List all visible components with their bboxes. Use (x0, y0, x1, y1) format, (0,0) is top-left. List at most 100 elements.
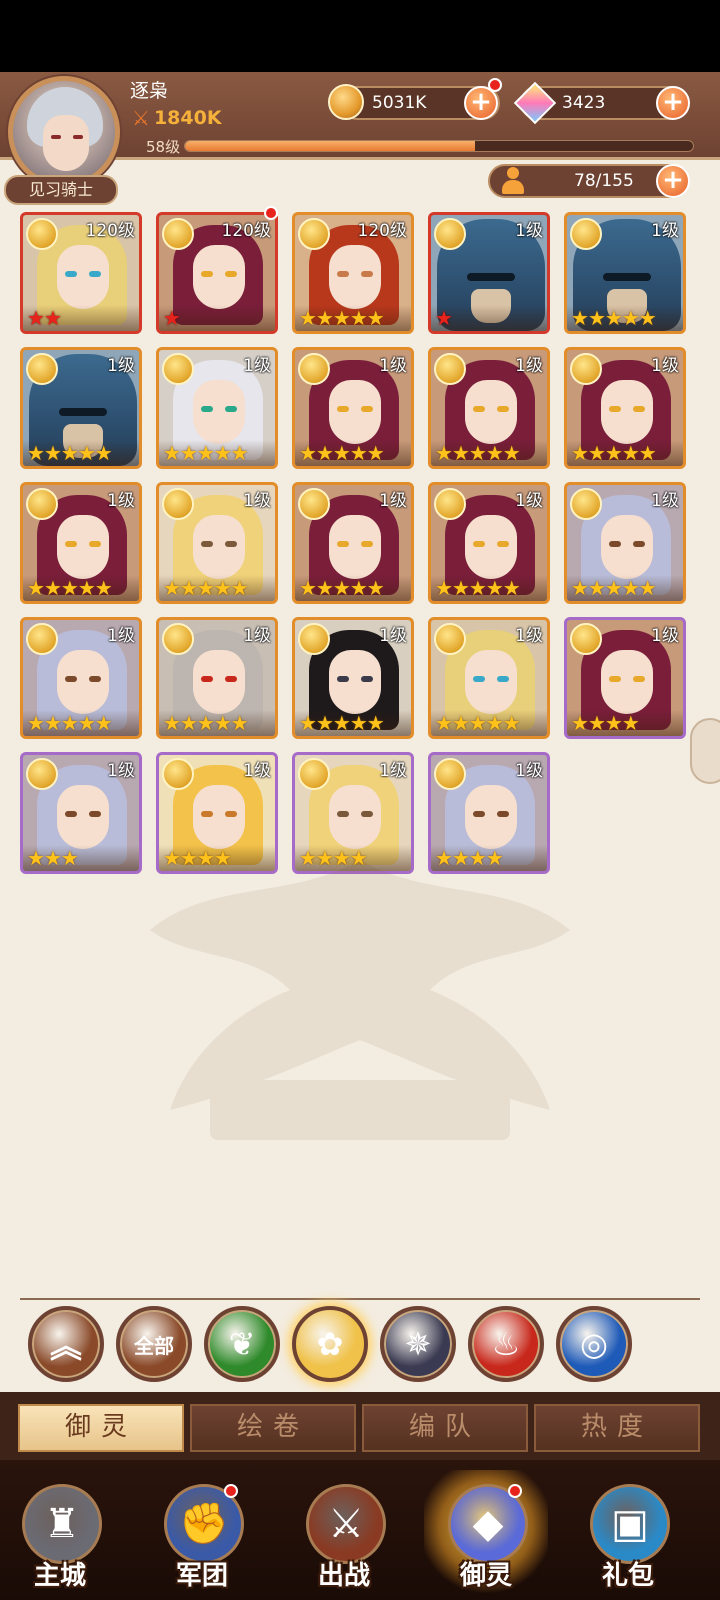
hero-card[interactable]: 1级 ★ ★ ★ ★ ★ (156, 617, 278, 739)
star-icon: ★ (366, 711, 385, 735)
subtab-2[interactable]: 编队 (362, 1404, 528, 1452)
star-icon: ★ (43, 576, 62, 600)
hero-stars: ★ ★ ★ ★ (163, 846, 232, 870)
star-icon: ★ (77, 441, 96, 465)
star-icon: ★ (230, 441, 249, 465)
hero-stars: ★ ★ ★ ★ ★ (435, 577, 521, 599)
star-icon: ★ (621, 576, 640, 600)
light-element-icon (434, 758, 466, 790)
star-icon: ★ (332, 711, 351, 735)
filter-light-button[interactable]: ✿ (292, 1306, 368, 1382)
light-element-icon (298, 218, 330, 250)
expand-roster-button[interactable]: + (656, 164, 690, 198)
hero-level: 1级 (379, 356, 407, 376)
nav-item-0[interactable]: ♜ 主城 (4, 1480, 116, 1596)
phoenix-icon: ♨ (491, 1325, 521, 1363)
star-icon: ★ (451, 711, 470, 735)
star-icon: ★ (485, 711, 504, 735)
nav-item-4[interactable]: ▣ 礼包 (572, 1480, 684, 1596)
nav-item-1[interactable]: ✊ 军团 (146, 1480, 258, 1596)
hero-card[interactable]: 1级 ★ ★ ★ ★ ★ (564, 347, 686, 469)
filter-all-button[interactable]: 全部 (116, 1306, 192, 1382)
hero-level: 1级 (107, 761, 135, 781)
hero-card[interactable]: 1级 ★ ★ ★ ★ (292, 752, 414, 874)
star-icon: ★ (196, 711, 215, 735)
hero-level: 1级 (651, 356, 679, 376)
star-icon: ★ (571, 576, 589, 600)
star-icon: ★ (213, 576, 232, 600)
hero-card[interactable]: 1级 ★ ★ ★ ★ ★ (564, 482, 686, 604)
light-element-icon (298, 353, 330, 385)
filter-water-button[interactable]: ◎ (556, 1306, 632, 1382)
star-icon: ★ (571, 306, 589, 330)
hero-card[interactable]: 1级 ★ ★ ★ ★ ★ (20, 617, 142, 739)
hero-card[interactable]: 1级 ★ ★ ★ ★ ★ (20, 482, 142, 604)
hero-card[interactable]: 1级 ★ ★ ★ ★ ★ (156, 347, 278, 469)
hero-card[interactable]: 1级 ★ ★ ★ ★ ★ (292, 347, 414, 469)
subtab-1[interactable]: 绘卷 (190, 1404, 356, 1452)
hero-stars: ★ ★ ★ (27, 847, 79, 869)
gem-value: 3423 (562, 93, 606, 113)
filter-dark-button[interactable]: ✵ (380, 1306, 456, 1382)
hero-level: 1级 (243, 761, 271, 781)
star-icon: ★ (299, 441, 317, 465)
subtab-3[interactable]: 热度 (534, 1404, 700, 1452)
hero-stars: ★ ★ ★ ★ ★ (435, 711, 521, 735)
star-icon: ★ (315, 441, 334, 465)
hero-stars: ★ ★ ★ ★ (571, 712, 640, 734)
star-icon: ★ (230, 711, 249, 735)
star-icon: ★ (468, 846, 487, 870)
hero-stars: ★ ★ ★ ★ (435, 846, 504, 870)
hero-card[interactable]: 1级 ★ ★ ★ ★ (564, 617, 686, 739)
hero-card[interactable]: 1级 ★ (428, 212, 550, 334)
nav-item-3[interactable]: ◆ 御灵 (424, 1470, 548, 1596)
light-element-icon (298, 488, 330, 520)
star-icon: ★ (196, 441, 215, 465)
crossed-swords-icon: ⚔ (132, 106, 150, 130)
hero-stars: ★ ★ ★ ★ ★ (299, 307, 385, 329)
player-title-badge: 见习骑士 (4, 175, 118, 205)
star-icon: ★ (27, 711, 45, 735)
player-level: 58级 (146, 138, 181, 156)
filter-nature-button[interactable]: ❦ (204, 1306, 280, 1382)
star-icon: ★ (43, 711, 62, 735)
nav-item-2[interactable]: ⚔ 出战 (288, 1480, 400, 1596)
hero-stars: ★ ★ ★ ★ ★ (163, 576, 249, 600)
hero-card[interactable]: 1级 ★ ★ ★ ★ (156, 752, 278, 874)
side-drawer-handle[interactable] (690, 718, 720, 784)
star-icon: ★ (502, 441, 521, 465)
hero-card[interactable]: 1级 ★ ★ ★ ★ ★ (292, 482, 414, 604)
hero-stars: ★ ★ ★ ★ ★ (435, 441, 521, 465)
hero-card[interactable]: 120级 ★ ★ (20, 212, 142, 334)
filter-fire-button[interactable]: ♨ (468, 1306, 544, 1382)
hero-card[interactable]: 1级 ★ ★ ★ ★ ★ (564, 212, 686, 334)
player-avatar[interactable] (8, 76, 120, 188)
light-element-icon (570, 218, 602, 250)
light-element-icon (434, 488, 466, 520)
subtab-0[interactable]: 御灵 (18, 1404, 184, 1452)
hero-card[interactable]: 1级 ★ ★ ★ ★ (428, 752, 550, 874)
light-element-icon (570, 488, 602, 520)
hero-card[interactable]: 1级 ★ ★ ★ ★ ★ (428, 482, 550, 604)
star-icon: ★ (179, 441, 198, 465)
hero-card[interactable]: 1级 ★ ★ ★ ★ ★ (156, 482, 278, 604)
hero-card[interactable]: 120级 ★ (156, 212, 278, 334)
hero-card[interactable]: 1级 ★ ★ ★ ★ ★ (428, 347, 550, 469)
star-icon: ★ (230, 576, 249, 600)
star-icon: ★ (60, 441, 79, 465)
double-chevron-up-icon: ︽ (49, 1327, 82, 1365)
status-bar (0, 0, 720, 72)
hero-card[interactable]: 1级 ★ ★ ★ ★ ★ (428, 617, 550, 739)
star-icon: ★ (43, 441, 62, 465)
filter-collapse-button[interactable]: ︽ (28, 1306, 104, 1382)
star-icon: ★ (196, 846, 215, 870)
add-gems-button[interactable]: + (656, 86, 690, 120)
star-icon: ★ (60, 576, 79, 600)
hero-card[interactable]: 120级 ★ ★ ★ ★ ★ (292, 212, 414, 334)
hero-card[interactable]: 1级 ★ ★ ★ ★ ★ (292, 617, 414, 739)
hero-level: 1级 (651, 221, 679, 241)
star-icon: ★ (27, 306, 45, 330)
hero-card[interactable]: 1级 ★ ★ ★ ★ ★ (20, 347, 142, 469)
hero-level: 1级 (651, 626, 679, 646)
hero-card[interactable]: 1级 ★ ★ ★ (20, 752, 142, 874)
